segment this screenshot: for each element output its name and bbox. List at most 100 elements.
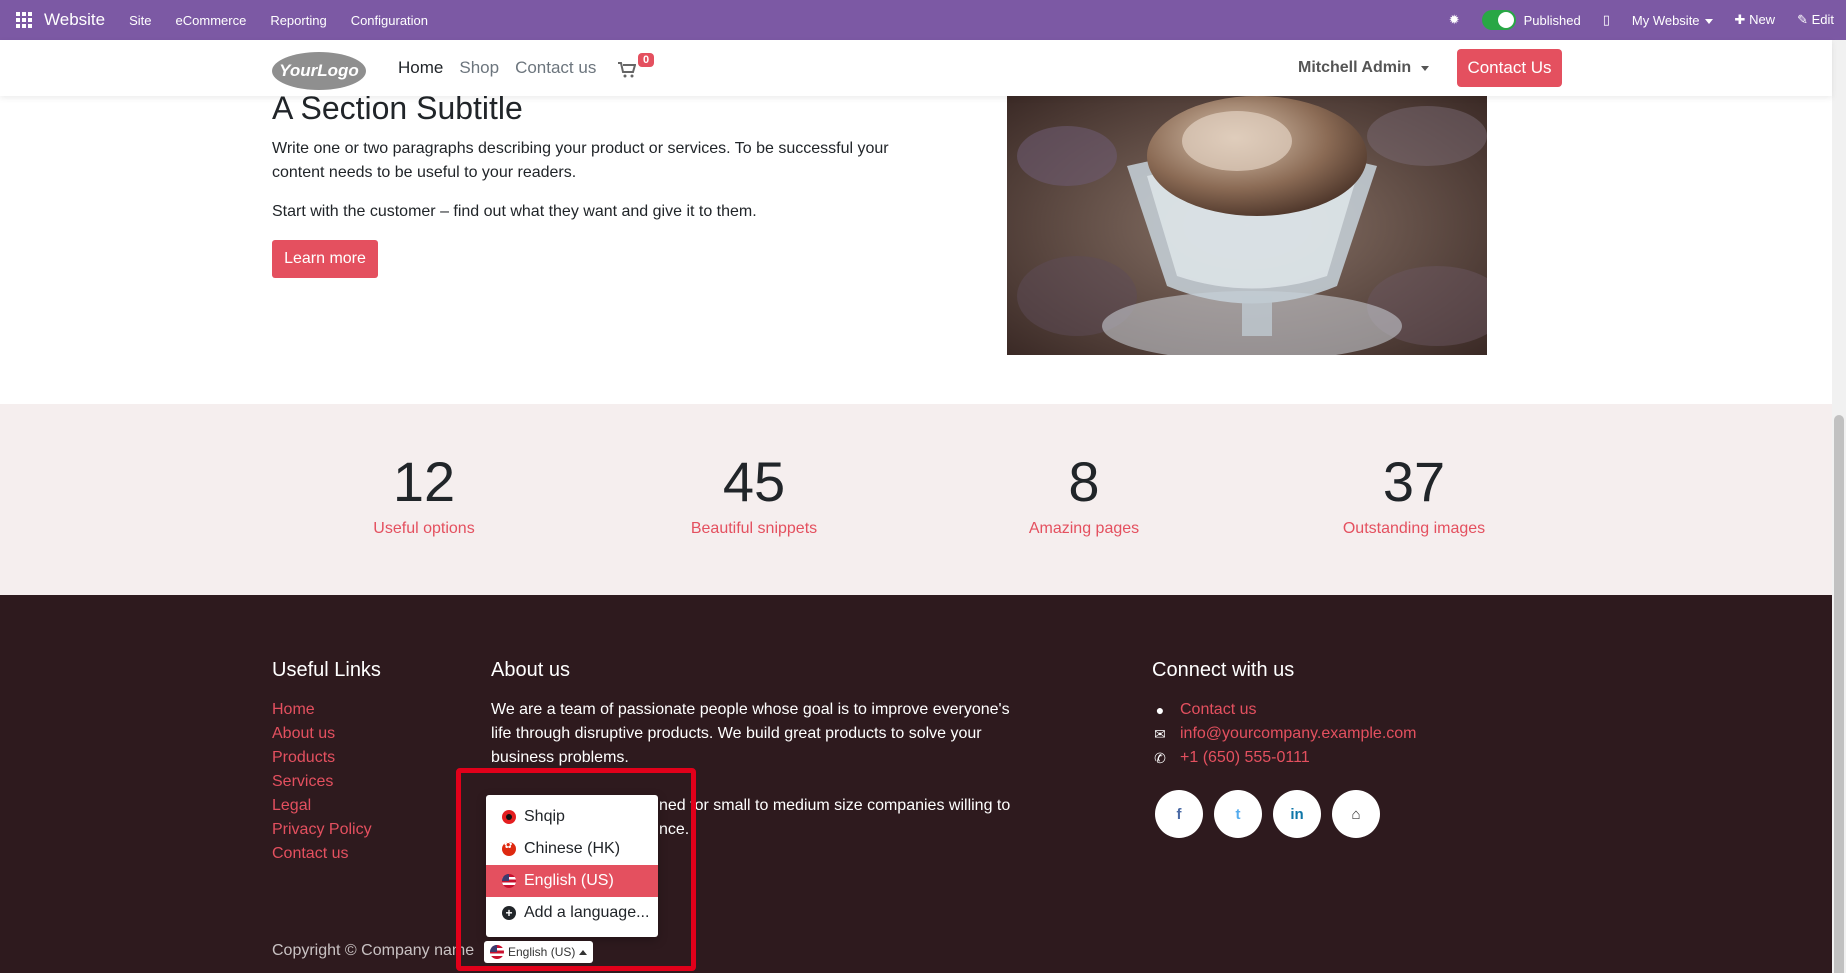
hong-kong-flag-icon <box>502 840 516 856</box>
language-option-label: English (US) <box>524 872 614 889</box>
published-label: Published <box>1523 12 1581 28</box>
menu-configuration[interactable]: Configuration <box>351 13 428 28</box>
language-option-chinese-hk[interactable]: Chinese (HK) <box>486 833 658 865</box>
footer-link-home[interactable]: Home <box>272 698 372 722</box>
connect-heading: Connect with us <box>1152 659 1295 681</box>
cart-icon <box>618 62 636 78</box>
add-language-option[interactable]: + Add a language... <box>486 897 658 929</box>
website-selector-label: My Website <box>1631 12 1700 28</box>
connect-phone[interactable]: ✆ +1 (650) 555-0111 <box>1152 746 1417 770</box>
edit-label: Edit <box>1811 12 1834 27</box>
language-current-label: English (US) <box>508 945 576 959</box>
website-selector[interactable]: My Website <box>1632 13 1713 28</box>
menu-site[interactable]: Site <box>129 13 151 28</box>
about-text: We are a team of passionate people whose… <box>491 701 1010 766</box>
connect-contact[interactable]: ● Contact us <box>1152 698 1417 722</box>
copyright: Copyright © Company name <box>272 942 475 959</box>
footer-link-privacy[interactable]: Privacy Policy <box>272 818 372 842</box>
numbers-section: 12 Useful options 45 Beautiful snippets … <box>0 404 1832 595</box>
us-flag-icon <box>490 945 504 959</box>
mobile-preview-icon[interactable]: ▯ <box>1603 12 1610 28</box>
language-option-english-us[interactable]: English (US) <box>486 865 658 897</box>
stat-label: Amazing pages <box>1028 520 1140 537</box>
footer-link-legal[interactable]: Legal <box>272 794 372 818</box>
stat-number: 12 <box>392 450 456 513</box>
comment-icon: ● <box>1155 702 1165 718</box>
nav-home[interactable]: Home <box>398 58 443 78</box>
main-nav: Home Shop Contact us <box>398 40 596 96</box>
user-name: Mitchell Admin <box>1298 59 1412 76</box>
chevron-down-icon <box>1704 18 1713 24</box>
page-scrollbar[interactable] <box>1832 40 1846 973</box>
twitter-icon[interactable]: t <box>1214 790 1262 838</box>
debug-bug-icon[interactable]: ✹ <box>1449 12 1460 28</box>
site-logo[interactable]: YourLogo <box>272 52 366 90</box>
envelope-icon: ✉ <box>1154 726 1166 742</box>
stat-number: 45 <box>722 450 786 513</box>
menu-reporting[interactable]: Reporting <box>270 13 326 28</box>
contact-us-button[interactable]: Contact Us <box>1457 49 1562 87</box>
facebook-icon[interactable]: f <box>1155 790 1203 838</box>
language-dropdown-menu: Shqip Chinese (HK) English (US) + Add a l… <box>486 795 658 937</box>
plus-icon: ✚ <box>1734 12 1750 27</box>
stat-label: Useful options <box>373 520 475 537</box>
stat-outstanding-images: 37 Outstanding images <box>1294 452 1534 538</box>
nav-contact[interactable]: Contact us <box>515 58 596 78</box>
footer: Useful Links Home About us Products Serv… <box>0 595 1832 973</box>
stat-label: Beautiful snippets <box>690 520 818 537</box>
social-links: f t in ⌂ <box>1155 790 1380 838</box>
albania-flag-icon <box>502 810 516 824</box>
linkedin-icon[interactable]: in <box>1273 790 1321 838</box>
chevron-down-icon <box>1421 65 1430 71</box>
scrollbar-thumb[interactable] <box>1834 415 1844 973</box>
user-menu[interactable]: Mitchell Admin <box>1298 40 1430 96</box>
language-option-label: Chinese (HK) <box>524 840 621 857</box>
add-language-label: Add a language... <box>524 904 650 921</box>
site-header: YourLogo Home Shop Contact us 0 Mitchell… <box>0 40 1832 96</box>
caret-up-icon <box>579 949 588 955</box>
hero-paragraph-2: Start with the customer – find out what … <box>272 203 757 220</box>
language-selector[interactable]: English (US) <box>484 941 594 963</box>
plus-circle-icon: + <box>502 906 516 920</box>
connect-email[interactable]: ✉ info@yourcompany.example.com <box>1152 722 1417 746</box>
admin-brand[interactable]: Website <box>44 10 105 30</box>
menu-ecommerce[interactable]: eCommerce <box>176 13 247 28</box>
edit-button[interactable]: ✎ Edit <box>1797 12 1834 28</box>
stat-useful-options: 12 Useful options <box>304 452 544 538</box>
hero-paragraph-1: Write one or two paragraphs describing y… <box>272 140 889 181</box>
admin-navbar: Website Site eCommerce Reporting Configu… <box>0 0 1846 40</box>
connect-contact-label: Contact us <box>1180 701 1257 718</box>
stat-number: 37 <box>1382 450 1446 513</box>
nav-shop[interactable]: Shop <box>459 58 499 78</box>
apps-menu-icon[interactable] <box>16 12 32 28</box>
learn-more-button[interactable]: Learn more <box>272 240 378 278</box>
stat-beautiful-snippets: 45 Beautiful snippets <box>634 452 874 538</box>
cart-link[interactable]: 0 <box>618 53 658 82</box>
us-flag-icon <box>502 874 516 888</box>
home-icon[interactable]: ⌂ <box>1332 790 1380 838</box>
useful-links-list: Home About us Products Services Legal Pr… <box>272 698 372 866</box>
language-option-label: Shqip <box>524 808 565 825</box>
ice-cream-image <box>1007 96 1487 355</box>
connect-list: ● Contact us ✉ info@yourcompany.example.co… <box>1152 698 1417 770</box>
publish-toggle[interactable]: Published <box>1481 10 1581 30</box>
about-text-partial-2: nce. <box>659 821 690 838</box>
cart-count-badge: 0 <box>638 53 655 67</box>
language-option-shqip[interactable]: Shqip <box>486 801 658 833</box>
stat-label: Outstanding images <box>1342 520 1486 537</box>
footer-link-services[interactable]: Services <box>272 770 372 794</box>
footer-link-about[interactable]: About us <box>272 722 372 746</box>
about-heading: About us <box>491 659 570 681</box>
stat-amazing-pages: 8 Amazing pages <box>964 452 1204 538</box>
new-button[interactable]: ✚ New <box>1735 12 1776 28</box>
connect-phone-label: +1 (650) 555-0111 <box>1180 749 1310 766</box>
pencil-icon: ✎ <box>1797 12 1812 27</box>
phone-icon: ✆ <box>1154 750 1166 766</box>
new-label: New <box>1749 12 1776 27</box>
connect-email-label: info@yourcompany.example.com <box>1180 725 1417 742</box>
about-text-partial: ned for small to medium size companies w… <box>659 797 1011 814</box>
footer-link-contact[interactable]: Contact us <box>272 842 372 866</box>
footer-link-products[interactable]: Products <box>272 746 372 770</box>
toggle-switch[interactable] <box>1481 10 1516 30</box>
stat-number: 8 <box>1068 450 1100 513</box>
